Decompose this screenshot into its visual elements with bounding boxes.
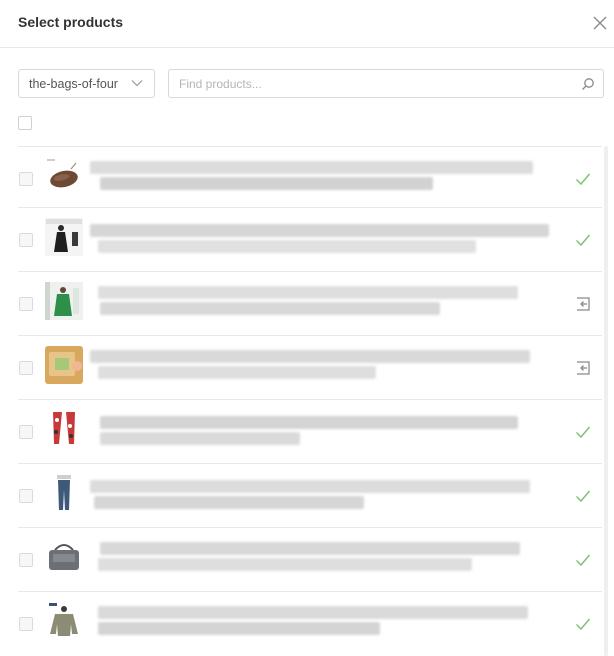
check-icon bbox=[575, 426, 591, 439]
close-icon[interactable] bbox=[592, 15, 608, 31]
scrollbar[interactable] bbox=[604, 146, 608, 656]
wallet-thumbnail bbox=[45, 157, 83, 195]
product-row[interactable] bbox=[18, 207, 602, 271]
check-icon bbox=[575, 490, 591, 503]
product-title-redacted bbox=[90, 282, 550, 326]
search-input[interactable] bbox=[179, 75, 559, 93]
product-row[interactable] bbox=[18, 591, 602, 655]
green-coat-thumbnail bbox=[45, 282, 83, 320]
product-title-redacted bbox=[90, 474, 550, 518]
product-row[interactable] bbox=[18, 335, 602, 399]
product-row[interactable] bbox=[18, 146, 602, 210]
check-icon bbox=[575, 618, 591, 631]
import-icon bbox=[577, 297, 590, 311]
product-row[interactable] bbox=[18, 463, 602, 527]
product-row[interactable] bbox=[18, 399, 602, 463]
jacket-thumbnail bbox=[45, 602, 83, 640]
product-checkbox[interactable] bbox=[19, 489, 33, 503]
jeans-thumbnail bbox=[45, 474, 83, 512]
product-checkbox[interactable] bbox=[19, 361, 33, 375]
product-row[interactable] bbox=[18, 271, 602, 335]
product-checkbox[interactable] bbox=[19, 553, 33, 567]
check-icon bbox=[575, 554, 591, 567]
product-checkbox[interactable] bbox=[19, 172, 33, 186]
search-icon[interactable] bbox=[581, 77, 595, 91]
select-products-modal: Select products the-bags-of-four bbox=[0, 0, 614, 656]
modal-title: Select products bbox=[18, 14, 124, 30]
messenger-bag-thumbnail bbox=[45, 538, 83, 576]
toolbar: the-bags-of-four bbox=[18, 69, 604, 99]
product-title-redacted bbox=[90, 602, 550, 646]
product-title-redacted bbox=[90, 410, 550, 454]
patterned-leggings-thumbnail bbox=[45, 410, 83, 448]
product-title-redacted bbox=[90, 346, 550, 390]
check-icon bbox=[575, 173, 591, 186]
black-dress-thumbnail bbox=[45, 218, 83, 256]
product-row[interactable] bbox=[18, 527, 602, 591]
search-field[interactable] bbox=[168, 69, 604, 98]
modal-header: Select products bbox=[0, 0, 614, 48]
collection-select-value: the-bags-of-four bbox=[29, 77, 118, 91]
product-title-redacted bbox=[90, 538, 550, 582]
product-checkbox[interactable] bbox=[19, 425, 33, 439]
cardboard-box-thumbnail bbox=[45, 346, 83, 384]
product-title-redacted bbox=[90, 157, 550, 201]
product-title-redacted bbox=[90, 218, 550, 262]
collection-select[interactable]: the-bags-of-four bbox=[18, 69, 155, 98]
product-checkbox[interactable] bbox=[19, 297, 33, 311]
import-icon bbox=[577, 361, 590, 375]
select-all-checkbox[interactable] bbox=[18, 116, 32, 130]
chevron-down-icon bbox=[131, 80, 143, 87]
product-checkbox[interactable] bbox=[19, 617, 33, 631]
product-checkbox[interactable] bbox=[19, 233, 33, 247]
check-icon bbox=[575, 234, 591, 247]
